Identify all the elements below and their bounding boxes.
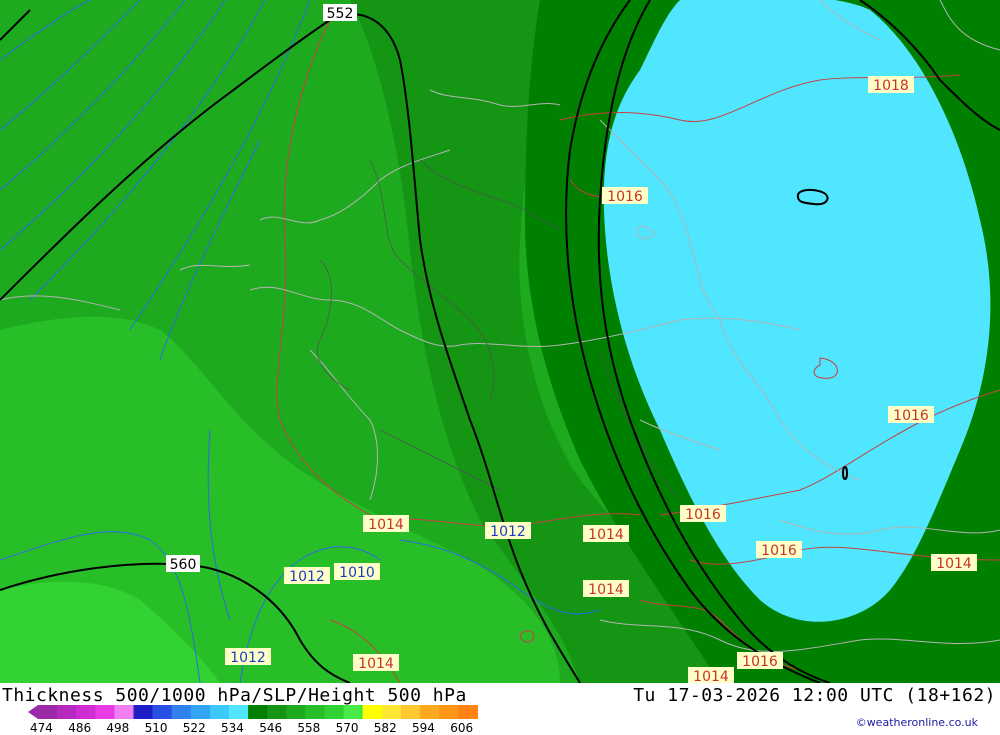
legend-swatch <box>57 705 77 719</box>
legend-swatch <box>190 705 211 719</box>
svg-text:1016: 1016 <box>607 189 643 205</box>
slp-label: 1016 <box>888 406 934 424</box>
legend-arrow-left <box>28 705 38 719</box>
footer: Thickness 500/1000 hPa/SLP/Height 500 hP… <box>0 683 1000 735</box>
legend-swatch <box>343 705 364 719</box>
svg-text:552: 552 <box>327 6 354 22</box>
valid-time: Tu 17-03-2026 12:00 UTC (18+162) <box>633 685 996 706</box>
slp-label: 1016 <box>756 541 802 559</box>
legend-swatch <box>400 705 421 719</box>
slp-label: 1014 <box>583 525 629 543</box>
slp-label: 1014 <box>583 580 629 598</box>
chart-title: Thickness 500/1000 hPa/SLP/Height 500 hP… <box>2 685 467 706</box>
slp-label: 1014 <box>353 654 399 672</box>
height-label-552: 552 <box>323 4 357 22</box>
svg-text:1016: 1016 <box>893 408 929 424</box>
svg-text:1018: 1018 <box>873 78 909 94</box>
svg-text:1012: 1012 <box>230 650 266 666</box>
legend-swatch <box>152 705 173 719</box>
slp-label: 1014 <box>688 667 734 683</box>
svg-text:1014: 1014 <box>368 517 404 533</box>
svg-text:1014: 1014 <box>693 669 729 683</box>
svg-text:560: 560 <box>170 557 197 573</box>
legend-swatch <box>381 705 402 719</box>
legend-swatch <box>305 705 325 719</box>
svg-text:1014: 1014 <box>358 656 394 672</box>
svg-text:1012: 1012 <box>289 569 325 585</box>
slp-label-blue: 1012 <box>284 567 330 585</box>
svg-text:1016: 1016 <box>742 654 778 670</box>
slp-label-blue: 1012 <box>485 522 531 540</box>
svg-text:1014: 1014 <box>936 556 972 572</box>
slp-label: 1016 <box>737 652 783 670</box>
legend-swatch <box>171 705 192 719</box>
svg-text:1012: 1012 <box>490 524 526 540</box>
color-legend <box>28 705 478 719</box>
slp-label: 1014 <box>363 515 409 533</box>
legend-swatch <box>38 705 58 719</box>
legend-swatch <box>362 705 383 719</box>
legend-arrow-right <box>477 705 478 719</box>
slp-label: 1014 <box>931 554 977 572</box>
slp-label: 1018 <box>868 76 914 94</box>
svg-text:1016: 1016 <box>685 507 721 523</box>
legend-swatch <box>229 705 249 719</box>
legend-swatch <box>248 705 268 719</box>
legend-swatch <box>420 705 440 719</box>
legend-swatch <box>95 705 115 719</box>
slp-label-blue: 1010 <box>334 563 380 581</box>
credit[interactable]: ©weatheronline.co.uk <box>856 716 978 729</box>
legend-swatch <box>209 705 230 719</box>
weather-map: 552 560 1018 1016 1016 1014 1014 1014 10… <box>0 0 1000 683</box>
legend-swatch <box>439 705 459 719</box>
slp-label: 1016 <box>680 505 726 523</box>
svg-text:1014: 1014 <box>588 582 624 598</box>
legend-swatch <box>458 705 478 719</box>
slp-label: 1016 <box>602 187 648 205</box>
slp-label-blue: 1012 <box>225 648 271 666</box>
legend-swatch <box>133 705 154 719</box>
legend-swatch <box>267 705 287 719</box>
svg-text:1016: 1016 <box>761 543 797 559</box>
legend-swatch <box>324 705 345 719</box>
svg-text:1010: 1010 <box>339 565 375 581</box>
svg-text:1014: 1014 <box>588 527 624 543</box>
height-label-560: 560 <box>166 555 200 573</box>
legend-swatch <box>76 705 96 719</box>
legend-swatch <box>114 705 134 719</box>
legend-swatch <box>286 705 306 719</box>
